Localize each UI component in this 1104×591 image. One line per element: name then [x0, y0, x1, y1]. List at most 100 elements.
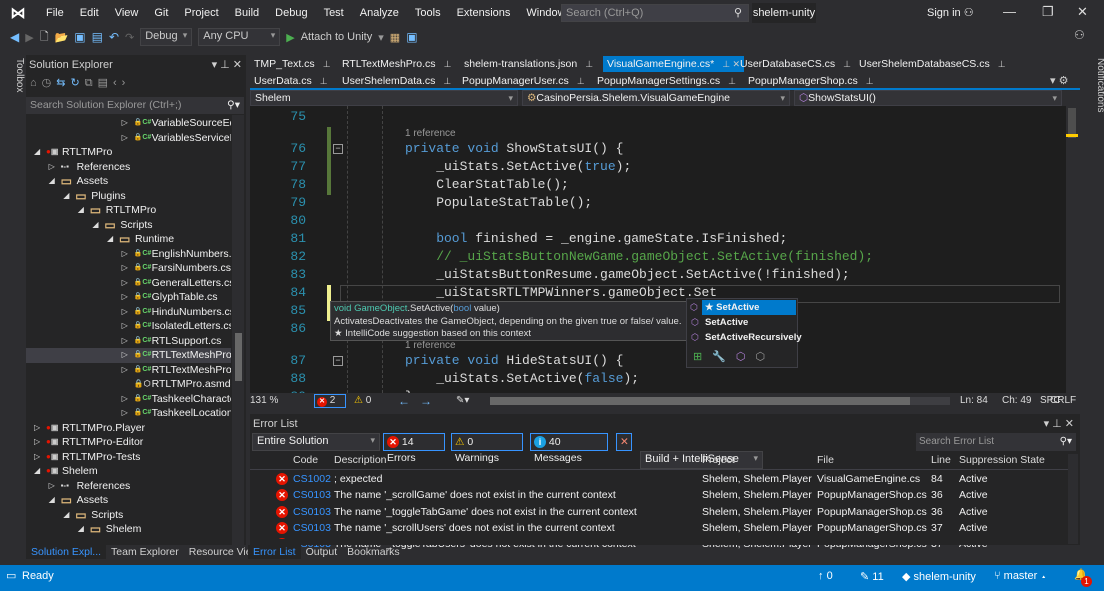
- platform-dropdown[interactable]: Any CPU: [198, 28, 280, 46]
- error-code[interactable]: CS0103: [293, 487, 331, 503]
- collapsed-arrow-icon[interactable]: ▷: [34, 450, 40, 465]
- collapsed-arrow-icon[interactable]: ▷: [122, 290, 128, 305]
- error-count-button[interactable]: ✕ 2: [314, 394, 346, 408]
- tree-item[interactable]: ▷●▣RTLTMPro.Player: [26, 421, 231, 436]
- expanded-arrow-icon[interactable]: ◢: [92, 218, 98, 233]
- save-icon[interactable]: ▣: [74, 30, 85, 44]
- collapse-icon[interactable]: −: [333, 356, 343, 366]
- tab-team-explorer[interactable]: Team Explorer: [106, 545, 184, 559]
- menu-project[interactable]: Project: [176, 7, 226, 19]
- tree-item[interactable]: ▷●▣RTLTMPro-Editor: [26, 435, 231, 450]
- editor-scrollbar[interactable]: [1066, 106, 1078, 393]
- errors-filter-button[interactable]: ✕ 14 Errors: [383, 433, 445, 451]
- notifications-bell-icon[interactable]: 🔔1: [1074, 568, 1088, 581]
- menu-analyze[interactable]: Analyze: [352, 7, 407, 19]
- zoom-dropdown[interactable]: 131 %: [250, 395, 278, 406]
- menu-build[interactable]: Build: [227, 7, 267, 19]
- tree-item[interactable]: ▷🔒C#RTLTextMeshPro.cs: [26, 348, 231, 363]
- back-icon[interactable]: ◀: [10, 30, 19, 44]
- tree-item[interactable]: ▷🔒C#GeneralLetters.cs: [26, 276, 231, 291]
- error-code[interactable]: CS0103: [293, 520, 331, 536]
- tree-item[interactable]: ▷🔒C#IsolatedLetters.cs: [26, 319, 231, 334]
- solution-search-input[interactable]: Search Solution Explorer (Ctrl+;)⚲▾: [26, 97, 244, 114]
- error-row[interactable]: ✕CS1002; expectedShelem, Shelem.PlayerVi…: [250, 471, 1068, 487]
- tree-item[interactable]: ▷🔒C#TashkeelLocation.cs: [26, 406, 231, 421]
- collapsed-arrow-icon[interactable]: ▷: [122, 348, 128, 363]
- scrollbar-thumb[interactable]: [490, 397, 910, 405]
- error-list-scrollbar[interactable]: [1068, 454, 1078, 544]
- code-lens-references[interactable]: 1 reference: [405, 128, 456, 139]
- collapsed-arrow-icon[interactable]: ▷: [122, 247, 128, 262]
- tab-output[interactable]: Output: [301, 545, 343, 559]
- editor-tab[interactable]: VisualGameEngine.cs*⊥ ✕: [603, 56, 744, 72]
- pin-icon[interactable]: ⊥: [866, 76, 874, 86]
- member-dropdown[interactable]: ⬡ShowStatsUI(): [794, 90, 1062, 106]
- menu-extensions[interactable]: Extensions: [449, 7, 519, 19]
- pin-icon[interactable]: ⊥: [843, 59, 851, 69]
- dropdown-icon[interactable]: ▾: [378, 31, 384, 44]
- error-row[interactable]: ✕CS0103The name '_toggleTabGame' does no…: [250, 504, 1068, 520]
- project-dropdown[interactable]: Shelem: [250, 90, 518, 106]
- tree-item[interactable]: ▷🔒C#GlyphTable.cs: [26, 290, 231, 305]
- tree-item[interactable]: ▷🔒C#FarsiNumbers.cs: [26, 261, 231, 276]
- messages-filter-button[interactable]: i 40 Messages: [530, 433, 608, 451]
- editor-tab[interactable]: RTLTextMeshPro.cs⊥: [338, 56, 455, 72]
- collapsed-arrow-icon[interactable]: ▷: [122, 131, 128, 146]
- expanded-arrow-icon[interactable]: ◢: [49, 174, 55, 189]
- editor-tab[interactable]: UserData.cs⊥: [250, 73, 332, 89]
- collapsed-arrow-icon[interactable]: ▷: [122, 406, 128, 421]
- editor-tab[interactable]: shelem-translations.json⊥: [460, 56, 597, 72]
- save-all-icon[interactable]: ▤: [92, 30, 103, 44]
- collapsed-arrow-icon[interactable]: ▷: [49, 479, 55, 494]
- tree-item[interactable]: ▷🔒C#RTLSupport.cs: [26, 334, 231, 349]
- menu-git[interactable]: Git: [146, 7, 176, 19]
- editor-tab[interactable]: PopupManagerShop.cs⊥: [744, 73, 878, 89]
- editor-tab[interactable]: TMP_Text.cs⊥: [250, 56, 335, 72]
- collapse-icon[interactable]: −: [333, 144, 343, 154]
- close-button[interactable]: ✕: [1077, 4, 1088, 20]
- error-row[interactable]: ✕CS0103The name '_scrollGame' does not e…: [250, 487, 1068, 503]
- close-icon[interactable]: ▾ ⊥ ✕: [1044, 416, 1074, 432]
- editor-tab[interactable]: PopupManagerUser.cs⊥: [458, 73, 589, 89]
- forward-icon[interactable]: ▶: [25, 31, 33, 44]
- tree-item[interactable]: ▷▪-▪References: [26, 479, 231, 494]
- column-header-file[interactable]: File: [817, 454, 834, 466]
- code-cleanup-icon[interactable]: ✎▾: [456, 395, 469, 406]
- tree-item[interactable]: ▷●▣RTLTMPro-Tests: [26, 450, 231, 465]
- tree-item[interactable]: ▷🔒C#TashkeelCharacters.cs: [26, 392, 231, 407]
- live-share-icon[interactable]: ⚇: [1074, 28, 1085, 42]
- collapsed-arrow-icon[interactable]: ▷: [49, 160, 55, 175]
- editor-tab[interactable]: UserDatabaseCS.cs⊥: [736, 56, 855, 72]
- new-project-icon[interactable]: 🗋: [40, 28, 49, 47]
- unpushed-commits[interactable]: ↑ 0: [818, 570, 833, 582]
- toolbox-tab[interactable]: Toolbox: [3, 52, 25, 112]
- pin-icon[interactable]: ⊥: [320, 76, 328, 86]
- refresh-icon[interactable]: ↻: [70, 77, 84, 89]
- tree-item[interactable]: ◢▭RTLTMPro: [26, 203, 231, 218]
- wrench-icon[interactable]: 🔧: [712, 351, 736, 363]
- code-editor[interactable]: 751 reference76−private void ShowStatsUI…: [250, 106, 1078, 393]
- expanded-arrow-icon[interactable]: ◢: [78, 522, 84, 537]
- sync-icon[interactable]: ⇆: [56, 77, 70, 89]
- tree-item[interactable]: ▷▪-▪References: [26, 160, 231, 175]
- tab-solution-expl-[interactable]: Solution Expl...: [26, 545, 106, 559]
- collapsed-arrow-icon[interactable]: ▷: [122, 261, 128, 276]
- pin-icon[interactable]: ⊥: [998, 59, 1006, 69]
- pin-icon[interactable]: ⊥: [728, 76, 736, 86]
- expanded-arrow-icon[interactable]: ◢: [34, 464, 40, 479]
- repository-button[interactable]: ◆ shelem-unity: [902, 570, 976, 583]
- tree-item[interactable]: ◢▭Assets: [26, 493, 231, 508]
- horizontal-scrollbar[interactable]: [490, 397, 950, 405]
- home-icon[interactable]: ⌂: [30, 77, 42, 89]
- pin-icon[interactable]: ⊥: [577, 76, 585, 86]
- editor-tab[interactable]: UserShelemDatabaseCS.cs⊥: [855, 56, 1010, 72]
- extension-method-icon[interactable]: ⬡: [756, 351, 776, 363]
- pin-icon[interactable]: ⊥: [585, 59, 593, 69]
- tab-bookmarks[interactable]: Bookmarks: [342, 545, 405, 559]
- notifications-tab[interactable]: Notifications: [1084, 52, 1104, 142]
- expand-icon[interactable]: ⊞: [693, 351, 712, 363]
- code-lens-references[interactable]: 1 reference: [405, 340, 456, 351]
- completion-item[interactable]: ⬡SetActive: [687, 315, 797, 330]
- tree-item[interactable]: ◢▭Assets: [26, 174, 231, 189]
- error-code[interactable]: CS1002: [293, 471, 331, 487]
